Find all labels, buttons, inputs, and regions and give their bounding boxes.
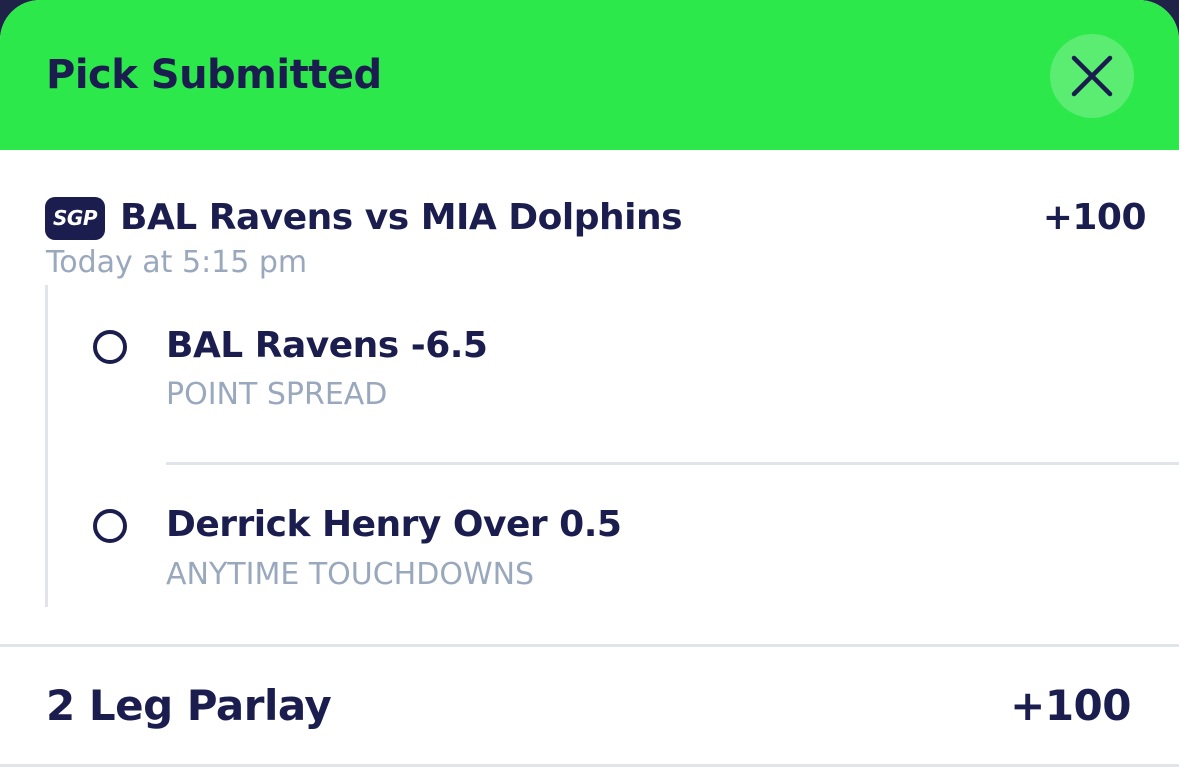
parlay-label: 2 Leg Parlay <box>46 681 332 730</box>
pick-submitted-sheet: Pick Submitted SGP BAL Ravens vs MIA Dol… <box>0 0 1179 780</box>
leg-status-radio[interactable] <box>93 509 127 543</box>
section-divider <box>0 644 1179 647</box>
parlay-odds: +100 <box>1010 681 1131 730</box>
leg-market: POINT SPREAD <box>166 377 388 412</box>
leg-status-radio[interactable] <box>93 330 127 364</box>
leg-market: ANYTIME TOUCHDOWNS <box>166 557 535 592</box>
game-odds: +100 <box>1042 197 1147 238</box>
bottom-divider <box>0 764 1179 767</box>
leg-divider <box>166 462 1179 465</box>
leg-selection: BAL Ravens -6.5 <box>166 325 488 366</box>
header-title: Pick Submitted <box>46 52 382 98</box>
game-title: BAL Ravens vs MIA Dolphins <box>120 197 683 238</box>
close-icon <box>1071 55 1113 97</box>
game-time: Today at 5:15 pm <box>46 245 308 280</box>
sgp-badge: SGP <box>45 197 105 240</box>
legs-rail <box>45 285 48 607</box>
close-button[interactable] <box>1050 34 1134 118</box>
leg-selection: Derrick Henry Over 0.5 <box>166 504 622 545</box>
sheet-header: Pick Submitted <box>0 0 1179 150</box>
